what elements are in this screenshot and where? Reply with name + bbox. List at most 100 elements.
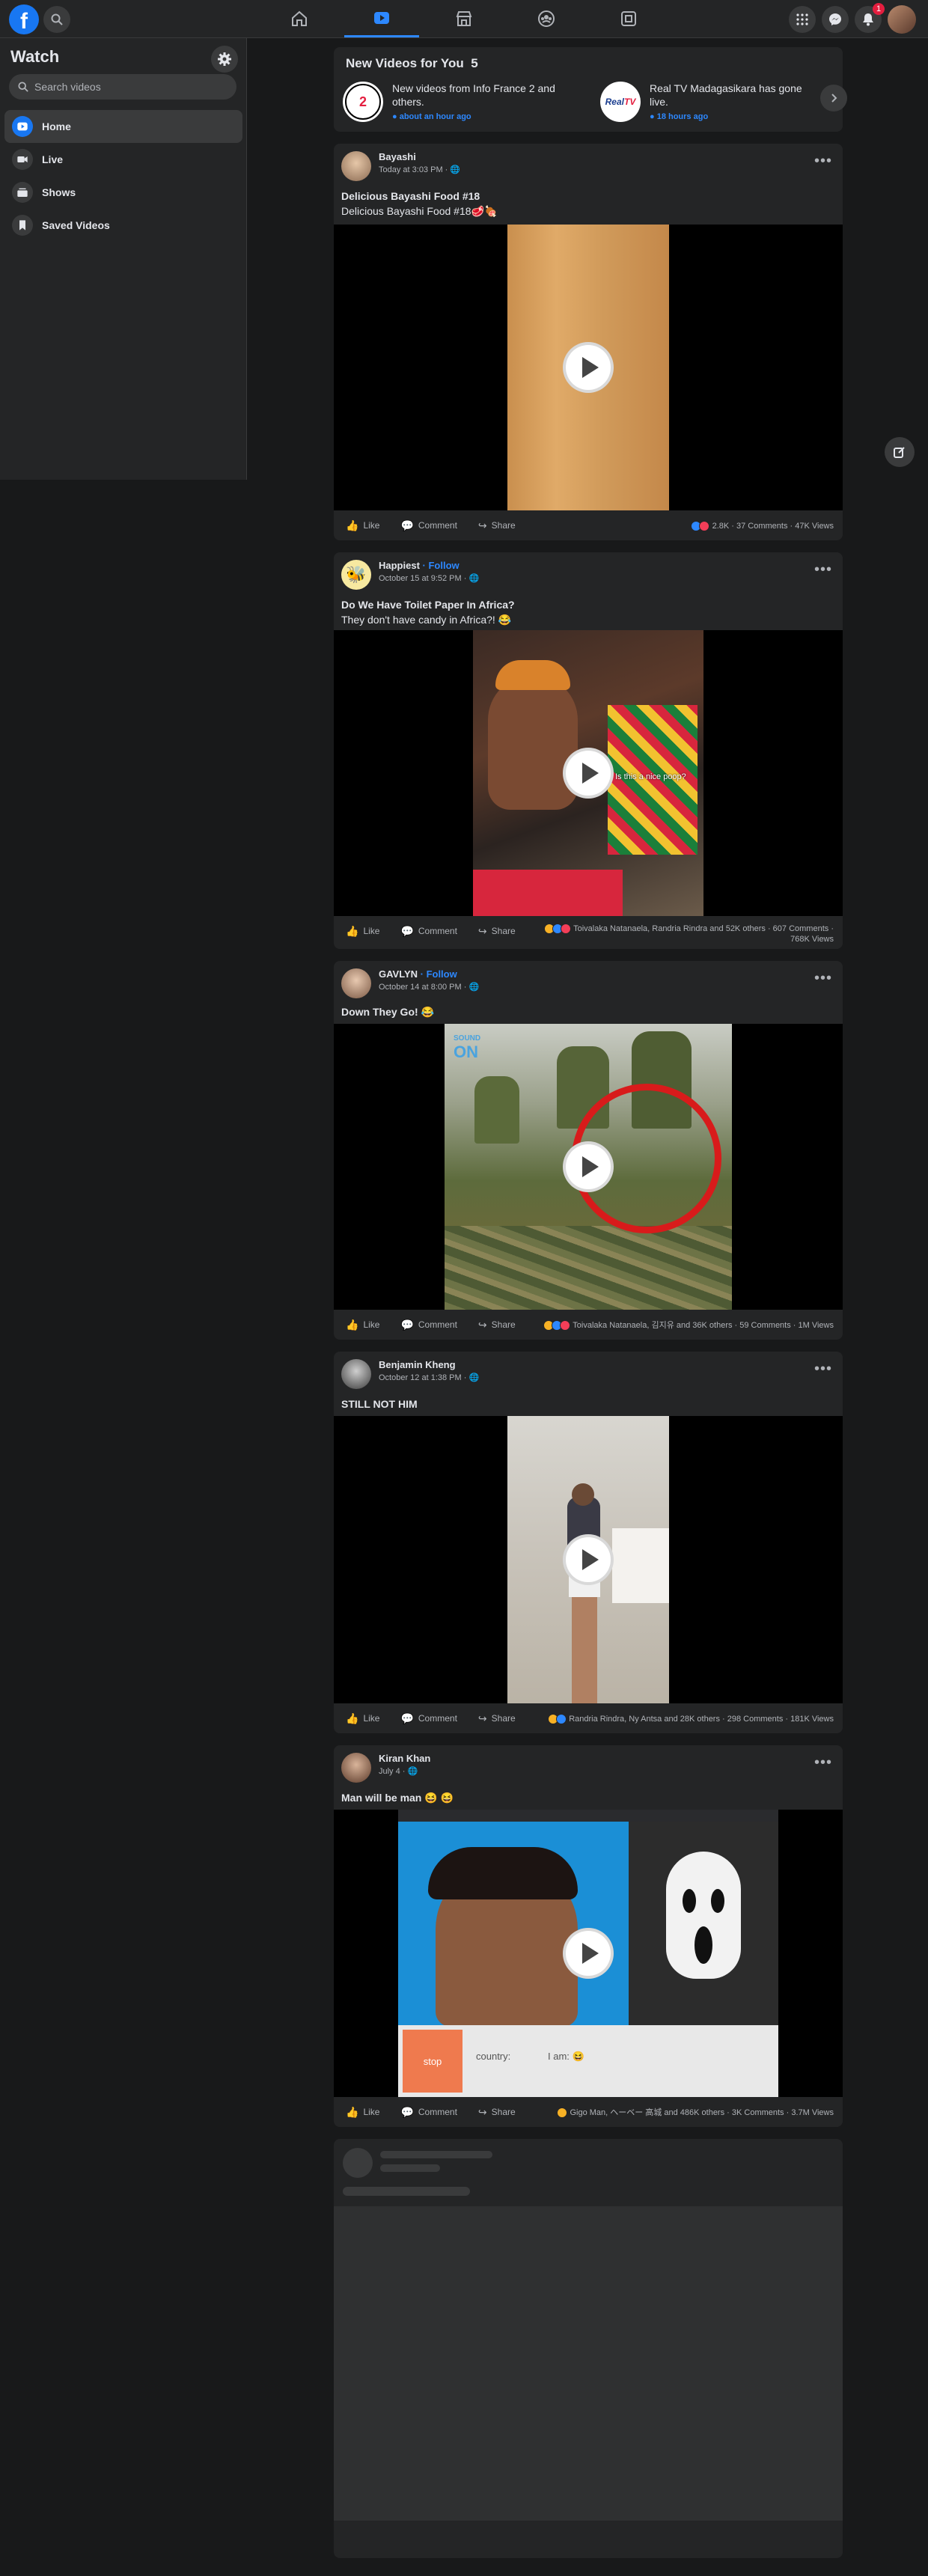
search-button[interactable] (43, 6, 70, 33)
grid-menu-icon (796, 13, 808, 25)
search-videos-input[interactable] (34, 81, 222, 93)
play-icon (582, 357, 599, 378)
author-avatar[interactable] (341, 1359, 371, 1389)
groups-icon (538, 10, 555, 27)
like-button[interactable]: 👍 Like (346, 519, 379, 532)
play-button[interactable] (563, 1534, 614, 1585)
tab-watch[interactable] (344, 0, 419, 37)
video-player[interactable] (334, 1416, 843, 1703)
settings-button[interactable] (211, 46, 238, 73)
post-stats[interactable]: Randria Rindra, Ny Antsa and 28K others … (548, 1714, 834, 1725)
gear-icon (218, 52, 231, 66)
more-options-button[interactable]: ••• (814, 1754, 832, 1771)
video-player[interactable] (334, 225, 843, 510)
tab-marketplace[interactable] (427, 0, 501, 37)
account-avatar[interactable] (888, 5, 916, 34)
post-description: Delicious Bayashi Food #18🥩🍖 (341, 205, 498, 217)
new-message-button[interactable] (885, 437, 915, 467)
author-avatar[interactable] (341, 968, 371, 998)
post-time[interactable]: Today at 3:03 PM · (379, 165, 450, 174)
more-options-button[interactable]: ••• (814, 970, 832, 987)
video-player[interactable]: Is this a nice poop? (334, 630, 843, 916)
share-button[interactable]: ↪ Share (478, 2106, 516, 2119)
tab-gaming[interactable] (591, 0, 666, 37)
post-title: Down They Go! 😂 (341, 1006, 434, 1018)
like-icon: 👍 (346, 2105, 359, 2118)
comment-button[interactable]: 💬 Comment (400, 519, 457, 532)
post-time[interactable]: October 14 at 8:00 PM · (379, 983, 468, 992)
author-avatar[interactable] (341, 151, 371, 181)
comment-button[interactable]: 💬 Comment (400, 925, 457, 938)
comment-icon: 💬 (400, 1712, 414, 1724)
video-player[interactable]: SOUND ON (334, 1024, 843, 1310)
comment-button[interactable]: 💬 Comment (400, 1319, 457, 1331)
share-button[interactable]: ↪ Share (478, 1319, 516, 1331)
author-name[interactable]: Happiest (379, 560, 420, 571)
post-stats[interactable]: Toivalaka Natanaela, 김지유 and 36K others … (543, 1320, 834, 1331)
bookmark-icon (12, 215, 33, 236)
share-button[interactable]: ↪ Share (478, 925, 516, 938)
post-stats[interactable]: 2.8K · 37 Comments · 47K Views (691, 521, 834, 532)
more-options-button[interactable]: ••• (814, 561, 832, 579)
author-name[interactable]: Kiran Khan (379, 1753, 430, 1764)
post-time[interactable]: July 4 · (379, 1767, 408, 1776)
tab-groups[interactable] (509, 0, 584, 37)
new-video-text: New videos from Info France 2 and others… (392, 82, 555, 108)
compose-icon (894, 447, 905, 458)
tab-home[interactable] (262, 0, 337, 37)
like-button[interactable]: 👍 Like (346, 925, 379, 938)
new-video-item[interactable]: 2 New videos from Info France 2 and othe… (343, 82, 557, 126)
play-button[interactable] (563, 1928, 614, 1979)
author-name[interactable]: Benjamin Kheng (379, 1359, 456, 1370)
soldier-figure (474, 1076, 519, 1144)
share-icon: ↪ (477, 519, 487, 531)
like-button[interactable]: 👍 Like (346, 2106, 379, 2119)
share-button[interactable]: ↪ Share (478, 1712, 516, 1725)
comment-icon: 💬 (400, 924, 414, 937)
play-button[interactable] (563, 748, 614, 799)
video-post: Benjamin Kheng October 12 at 1:38 PM · 🌐… (334, 1352, 843, 1733)
comment-button[interactable]: 💬 Comment (400, 2106, 457, 2119)
sidebar-item-shows[interactable]: Shows (4, 176, 242, 209)
like-button[interactable]: 👍 Like (346, 1319, 379, 1331)
video-player[interactable]: stop country: I am: 😆 (334, 1810, 843, 2097)
live-icon (12, 149, 33, 170)
sidebar-item-home[interactable]: Home (4, 110, 242, 143)
post-stats[interactable]: Gigo Man, ヘーベー 高城 and 486K others · 3K C… (557, 2108, 834, 2119)
author-avatar[interactable] (341, 1753, 371, 1783)
post-title: STILL NOT HIM (341, 1398, 418, 1410)
play-icon (582, 1549, 599, 1570)
play-button[interactable] (563, 342, 614, 393)
next-arrow-button[interactable] (820, 85, 847, 112)
share-button[interactable]: ↪ Share (478, 519, 516, 532)
facebook-logo[interactable]: f (9, 4, 39, 34)
messenger-button[interactable] (822, 6, 849, 33)
post-time[interactable]: October 12 at 1:38 PM · (379, 1373, 468, 1382)
new-videos-title: New Videos for You 5 (346, 56, 478, 70)
globe-icon: 🌐 (468, 983, 480, 992)
author-avatar[interactable]: 🐝 (341, 560, 371, 590)
menu-button[interactable] (789, 6, 816, 33)
follow-link[interactable]: · Follow (420, 560, 460, 571)
sidebar-item-saved-videos[interactable]: Saved Videos (4, 209, 242, 242)
love-reaction-icon (560, 1320, 571, 1331)
notifications-button[interactable]: 1 (855, 3, 885, 33)
marketplace-icon (456, 11, 472, 26)
sidebar-item-live[interactable]: Live (4, 143, 242, 176)
share-icon: ↪ (477, 1318, 487, 1331)
love-reaction-icon (561, 924, 572, 935)
play-icon (582, 763, 599, 784)
more-options-button[interactable]: ••• (814, 1361, 832, 1378)
bell-icon (863, 13, 873, 26)
comment-button[interactable]: 💬 Comment (400, 1712, 457, 1725)
play-button[interactable] (563, 1141, 614, 1192)
follow-link[interactable]: · Follow (418, 968, 457, 980)
author-name[interactable]: GAVLYN (379, 968, 418, 980)
new-video-item[interactable]: RealTV Real TV Madagasikara has gone liv… (600, 82, 814, 126)
post-stats[interactable]: Toivalaka Natanaela, Randria Rindra and … (544, 924, 834, 944)
post-time[interactable]: October 15 at 9:52 PM · (379, 574, 468, 583)
sidebar-title: Watch (10, 47, 60, 66)
author-name[interactable]: Bayashi (379, 151, 416, 162)
more-options-button[interactable]: ••• (814, 153, 832, 170)
like-button[interactable]: 👍 Like (346, 1712, 379, 1725)
